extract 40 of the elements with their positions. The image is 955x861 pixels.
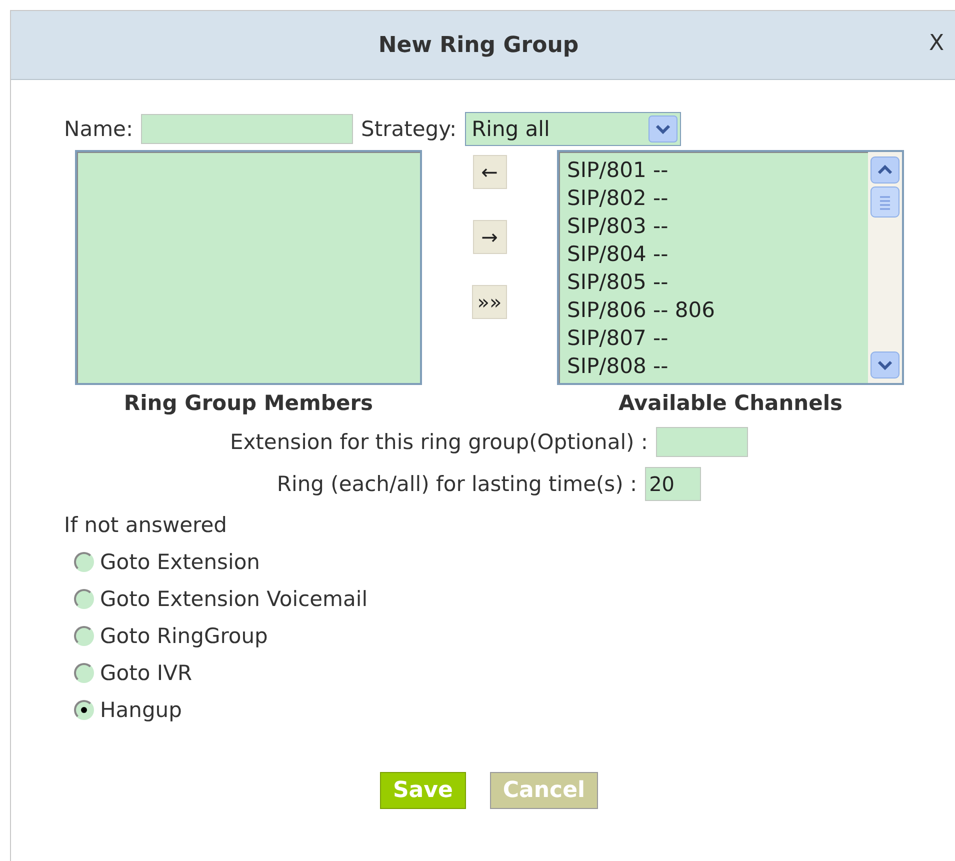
- move-button[interactable]: ←: [472, 155, 506, 189]
- radio-label[interactable]: Goto IVR: [100, 661, 192, 685]
- channel-item[interactable]: SIP/803 --: [567, 212, 860, 240]
- dropdown-icon: [648, 115, 678, 143]
- ring-time-label: Ring (each/all) for lasting time(s) :: [276, 472, 638, 496]
- scroll-thumb[interactable]: [870, 186, 900, 218]
- strategy-label: Strategy:: [361, 117, 457, 141]
- channel-item[interactable]: SIP/807 --: [567, 324, 860, 352]
- dialog-title: New Ring Group: [378, 32, 579, 58]
- name-label: Name:: [64, 117, 134, 141]
- close-button[interactable]: X: [929, 31, 944, 56]
- members-listbox[interactable]: [75, 150, 422, 385]
- members-label: Ring Group Members: [124, 391, 374, 415]
- radio-button[interactable]: [74, 663, 94, 683]
- channel-item[interactable]: SIP/806 -- 806: [567, 296, 860, 324]
- radio-button[interactable]: [74, 552, 94, 572]
- strategy-select[interactable]: Ring all: [464, 112, 681, 146]
- channel-item[interactable]: SIP/804 --: [567, 240, 860, 268]
- radio-label[interactable]: Goto Extension: [100, 550, 260, 574]
- channel-item[interactable]: SIP/808 --: [567, 352, 860, 380]
- channels-label: Available Channels: [618, 391, 843, 415]
- channels-listbox[interactable]: SIP/801 -- SIP/802 -- SIP/803 -- SIP/804 -- SIP/805 -- SIP/806 -- 806 SIP/807 -- SIP/808 --: [557, 150, 904, 385]
- extension-label: Extension for this ring group(Optional) :: [230, 430, 648, 454]
- section-label: If not answered: [64, 513, 228, 537]
- name-field[interactable]: [141, 114, 354, 144]
- radio-button[interactable]: [74, 626, 94, 646]
- channel-item[interactable]: SIP/802 --: [567, 184, 860, 212]
- extension-field[interactable]: [656, 427, 748, 457]
- channel-item[interactable]: SIP/805 --: [567, 268, 860, 296]
- move-button[interactable]: →: [472, 220, 506, 254]
- move-button[interactable]: »»: [472, 285, 507, 319]
- radio-label[interactable]: Hangup: [100, 698, 182, 722]
- radio-button[interactable]: [74, 700, 94, 720]
- scroll-down-icon[interactable]: [870, 351, 900, 379]
- radio-button[interactable]: [74, 589, 94, 609]
- radio-label[interactable]: Goto Extension Voicemail: [100, 587, 368, 611]
- ring-time-field[interactable]: 20: [645, 467, 702, 501]
- scroll-up-icon[interactable]: [870, 156, 900, 184]
- channel-item[interactable]: SIP/801 --: [567, 156, 860, 184]
- radio-label[interactable]: Goto RingGroup: [100, 624, 268, 648]
